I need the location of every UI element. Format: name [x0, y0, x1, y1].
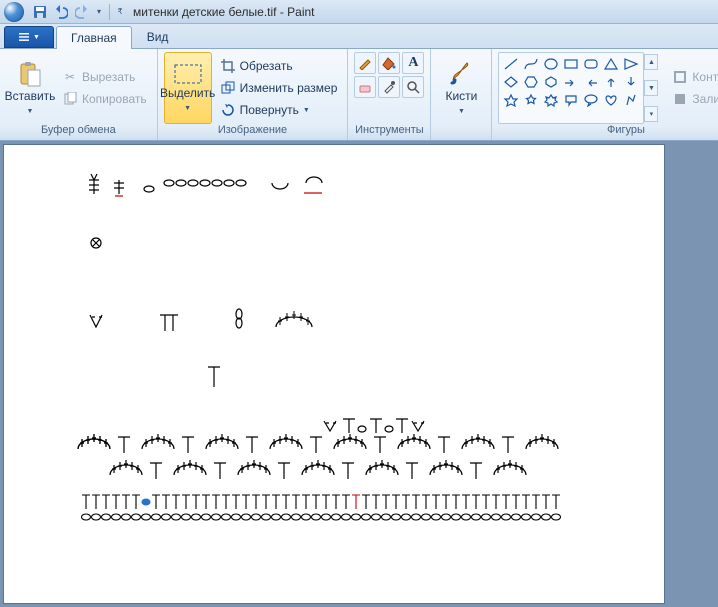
outline-button[interactable]: Контур ▼ — [668, 67, 718, 87]
select-button[interactable]: Выделить▼ — [164, 52, 212, 124]
crop-icon — [220, 58, 236, 74]
group-image: Выделить▼ Обрезать Изменить размер Повер… — [158, 49, 349, 140]
qat-more-icon[interactable]: ₹ — [115, 7, 125, 16]
tab-view[interactable]: Вид — [132, 25, 184, 48]
title-bar: ▾ ₹ митенки детские белые.tif - Paint — [0, 0, 718, 24]
group-brushes-label — [437, 124, 485, 140]
group-clipboard-label: Буфер обмена — [6, 124, 151, 140]
window-title: митенки детские белые.tif - Paint — [133, 5, 315, 19]
copy-button[interactable]: Копировать — [58, 89, 151, 109]
ribbon-tab-strip: ▼ Главная Вид — [0, 24, 718, 49]
crop-label: Обрезать — [240, 59, 293, 73]
rotate-label: Повернуть — [240, 103, 299, 117]
paint-orb-icon[interactable] — [4, 2, 24, 22]
shapes-scroll[interactable]: ▲ ▼ ▾ — [644, 52, 658, 124]
rotate-icon — [220, 102, 236, 118]
fill-button[interactable]: Заливка ▼ — [668, 89, 718, 109]
pencil-tool[interactable] — [354, 52, 376, 74]
fill-label: Заливка — [692, 92, 718, 106]
save-icon[interactable] — [31, 3, 49, 21]
resize-label: Изменить размер — [240, 81, 338, 95]
magnify-tool[interactable] — [402, 76, 424, 98]
resize-button[interactable]: Изменить размер — [216, 78, 342, 98]
group-brushes: Кисти▼ — [431, 49, 492, 140]
brushes-label: Кисти — [445, 89, 477, 103]
shapes-gallery[interactable] — [498, 52, 644, 124]
crop-button[interactable]: Обрезать — [216, 56, 342, 76]
fillshape-icon — [672, 91, 688, 107]
group-tools: A Инструменты — [348, 49, 431, 140]
outline-label: Контур — [692, 70, 718, 84]
scissors-icon: ✂ — [62, 69, 78, 85]
redo-icon[interactable] — [73, 3, 91, 21]
copy-icon — [62, 91, 78, 107]
outline-icon — [672, 69, 688, 85]
scroll-down-icon[interactable]: ▼ — [644, 80, 658, 96]
cut-button[interactable]: ✂ Вырезать — [58, 67, 151, 87]
paste-button[interactable]: Вставить▼ — [6, 52, 54, 124]
tab-view-label: Вид — [147, 30, 169, 44]
undo-icon[interactable] — [52, 3, 70, 21]
cut-label: Вырезать — [82, 70, 135, 84]
copy-label: Копировать — [82, 92, 147, 106]
group-clipboard: Вставить▼ ✂ Вырезать Копировать Буфер обм… — [0, 49, 158, 140]
tab-home-label: Главная — [71, 31, 117, 45]
canvas[interactable] — [4, 145, 664, 603]
fill-tool[interactable] — [378, 52, 400, 74]
group-tools-label: Инструменты — [354, 124, 424, 140]
workspace — [0, 141, 718, 607]
tab-home[interactable]: Главная — [56, 26, 132, 49]
qat-customize-icon[interactable]: ▾ — [94, 7, 104, 16]
rotate-button[interactable]: Повернуть ▼ — [216, 100, 342, 120]
picker-tool[interactable] — [378, 76, 400, 98]
paste-label: Вставить — [5, 89, 56, 103]
file-menu-button[interactable]: ▼ — [4, 26, 54, 48]
group-shapes-label: Фигуры — [498, 124, 718, 140]
select-label: Выделить — [160, 86, 215, 100]
quick-access-toolbar: ▾ ₹ — [4, 2, 125, 22]
eraser-tool[interactable] — [354, 76, 376, 98]
scroll-more-icon[interactable]: ▾ — [644, 106, 658, 122]
text-tool[interactable]: A — [402, 52, 424, 74]
group-image-label: Изображение — [164, 124, 342, 140]
tools-grid: A — [354, 52, 424, 124]
group-shapes: ▲ ▼ ▾ Контур ▼ Заливка ▼ Фигуры — [492, 49, 718, 140]
resize-icon — [220, 80, 236, 96]
brushes-button[interactable]: Кисти▼ — [437, 52, 485, 124]
scroll-up-icon[interactable]: ▲ — [644, 54, 658, 70]
ribbon: Вставить▼ ✂Вырезать Копировать Буфер обм… — [0, 49, 718, 141]
